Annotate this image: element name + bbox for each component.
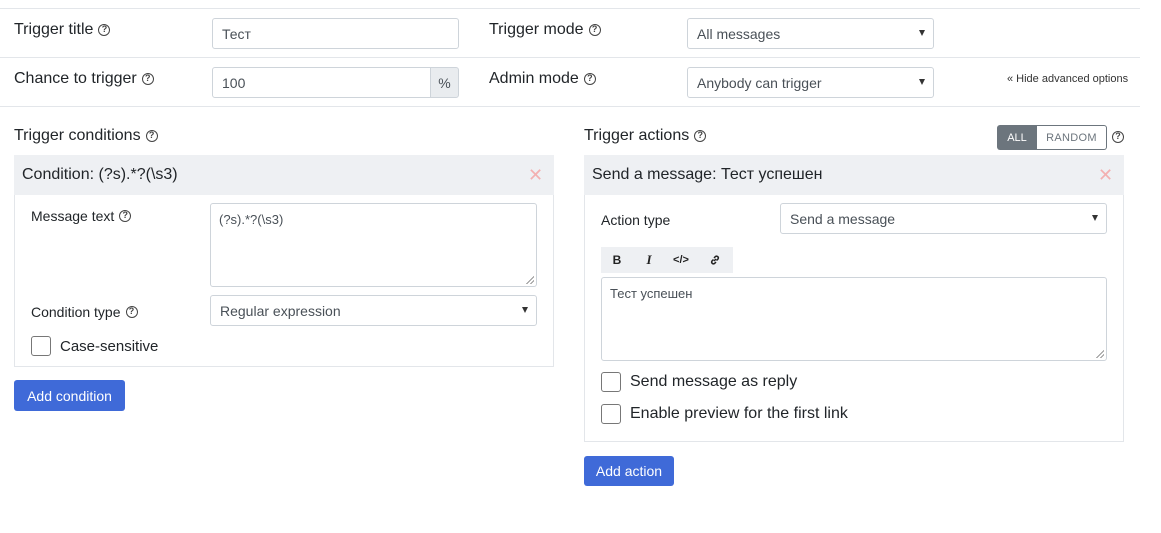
- link-button[interactable]: [697, 247, 733, 273]
- bold-icon: B: [612, 253, 622, 267]
- question-circle-icon[interactable]: ?: [119, 210, 132, 222]
- resize-handle-icon[interactable]: [526, 276, 534, 284]
- add-action-button[interactable]: Add action: [584, 456, 674, 486]
- action-type-label: Action type: [601, 212, 671, 228]
- admin-mode-select[interactable]: Anybody can trigger: [687, 67, 934, 98]
- trigger-mode-select[interactable]: All messages: [687, 18, 934, 49]
- italic-icon: I: [646, 252, 652, 267]
- question-circle-icon[interactable]: ?: [98, 24, 111, 36]
- link-icon: [710, 255, 720, 265]
- hide-advanced-link[interactable]: « Hide advanced options: [1007, 73, 1128, 85]
- message-text-label: Message text ?: [31, 207, 132, 225]
- message-text-value: (?s).*?(\s3): [219, 212, 284, 227]
- case-sensitive-checkbox[interactable]: [31, 336, 51, 356]
- code-button[interactable]: </>: [665, 247, 697, 273]
- admin-mode-label: Admin mode ?: [489, 69, 596, 89]
- trigger-conditions-label: Trigger conditions ?: [14, 126, 158, 146]
- question-circle-icon[interactable]: ?: [125, 306, 138, 318]
- trigger-actions-label-text: Trigger actions: [584, 127, 690, 144]
- message-text-label-text: Message text: [31, 208, 115, 224]
- trigger-title-label-text: Trigger title: [14, 21, 94, 38]
- trigger-mode-value: All messages: [697, 25, 781, 42]
- toggle-all-button[interactable]: ALL: [997, 125, 1037, 150]
- condition-type-select[interactable]: Regular expression: [210, 295, 537, 326]
- close-x-icon[interactable]: ✕: [1098, 166, 1113, 184]
- send-as-reply-label: Send message as reply: [630, 373, 798, 390]
- case-sensitive-label: Case-sensitive: [60, 338, 159, 355]
- chance-value: 100: [222, 74, 246, 91]
- condition-type-value: Regular expression: [220, 302, 341, 319]
- bold-button[interactable]: B: [601, 247, 633, 273]
- question-circle-icon[interactable]: ?: [588, 24, 601, 36]
- send-as-reply-checkbox[interactable]: [601, 372, 621, 392]
- close-x-icon[interactable]: ✕: [528, 166, 543, 184]
- chance-label: Chance to trigger ?: [14, 69, 154, 89]
- condition-type-label-text: Condition type: [31, 304, 121, 320]
- trigger-title-label: Trigger title ?: [14, 20, 111, 40]
- caret-down-icon: [1092, 214, 1098, 221]
- trigger-conditions-label-text: Trigger conditions: [14, 127, 141, 144]
- caret-down-icon: [522, 306, 528, 313]
- question-circle-icon[interactable]: ?: [694, 130, 707, 142]
- percent-sign: %: [438, 74, 451, 91]
- trigger-mode-label: Trigger mode ?: [489, 20, 601, 40]
- admin-mode-value: Anybody can trigger: [697, 74, 822, 91]
- condition-card-header: Condition: (?s).*?(\s3): [14, 155, 554, 195]
- chance-label-text: Chance to trigger: [14, 70, 137, 87]
- question-circle-icon[interactable]: ?: [141, 73, 154, 85]
- question-circle-icon[interactable]: ?: [583, 73, 596, 85]
- header-divider: [0, 106, 1140, 107]
- message-textarea[interactable]: Тест успешен: [601, 277, 1107, 361]
- condition-title: Condition: (?s).*?(\s3): [22, 166, 178, 183]
- trigger-title-value: Тест: [222, 25, 251, 42]
- action-type-select[interactable]: Send a message: [780, 203, 1107, 234]
- toggle-random-button[interactable]: RANDOM: [1037, 125, 1107, 150]
- trigger-mode-label-text: Trigger mode: [489, 21, 584, 38]
- admin-mode-label-text: Admin mode: [489, 70, 579, 87]
- top-divider: [0, 8, 1140, 9]
- question-circle-icon[interactable]: ?: [1112, 131, 1124, 143]
- action-card-header: Send a message: Тест успешен: [584, 155, 1124, 195]
- italic-button[interactable]: I: [633, 247, 665, 273]
- message-text-textarea[interactable]: (?s).*?(\s3): [210, 203, 537, 287]
- trigger-actions-label: Trigger actions ?: [584, 126, 707, 146]
- caret-down-icon: [919, 29, 925, 36]
- add-condition-button[interactable]: Add condition: [14, 380, 125, 411]
- action-title: Send a message: Тест успешен: [592, 166, 823, 183]
- condition-type-label: Condition type ?: [31, 303, 138, 321]
- percent-addon: %: [430, 67, 459, 98]
- caret-down-icon: [919, 78, 925, 85]
- chance-input[interactable]: 100: [212, 67, 431, 98]
- row-divider: [0, 57, 1140, 58]
- enable-preview-label: Enable preview for the first link: [630, 405, 848, 422]
- code-icon: </>: [673, 254, 689, 266]
- question-circle-icon[interactable]: ?: [145, 130, 158, 142]
- trigger-title-input[interactable]: Тест: [212, 18, 459, 49]
- resize-handle-icon[interactable]: [1096, 350, 1104, 358]
- action-type-value: Send a message: [790, 210, 896, 227]
- message-value: Тест успешен: [610, 286, 693, 301]
- enable-preview-checkbox[interactable]: [601, 404, 621, 424]
